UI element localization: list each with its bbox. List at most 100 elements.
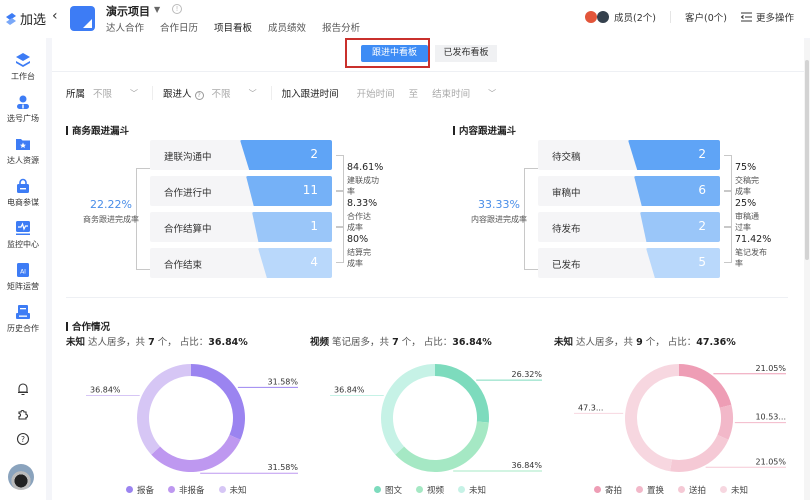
section-divider xyxy=(66,297,788,298)
user-avatar[interactable] xyxy=(8,464,34,490)
donut-slice[interactable] xyxy=(151,434,241,472)
end-date-input[interactable]: 结束时间 xyxy=(432,86,470,100)
logo-icon xyxy=(6,12,16,25)
project-header: ‹ 演示项目 ▼ ! 达人合作 合作日历 项目看板 成员绩效 报告分析 成员(2… xyxy=(46,0,810,40)
shopping-bag-icon xyxy=(17,178,29,193)
legend-label: 视频 xyxy=(427,486,445,496)
chart-legend: 寄拍 置换 送拍 未知 xyxy=(594,484,748,496)
content-funnel-title: 内容跟进漏斗 xyxy=(453,123,516,137)
sidebar-item-ecommerce[interactable]: 电商参谋 xyxy=(0,178,46,208)
business-funnel-title: 商务跟进漏斗 xyxy=(66,123,129,137)
range-separator: 至 xyxy=(408,89,419,100)
conversion-rate: 71.42% 笔记发布率 xyxy=(735,234,772,268)
legend-dot xyxy=(218,486,226,493)
sidebar-label: 电商参谋 xyxy=(7,198,39,207)
project-title[interactable]: 演示项目 xyxy=(106,3,150,19)
members-button[interactable]: 成员(2个) xyxy=(585,10,656,24)
divider xyxy=(670,11,672,23)
app-logo[interactable]: 加选 xyxy=(4,9,46,28)
legend-item[interactable]: 送拍 xyxy=(678,484,706,496)
menu-collapse-icon xyxy=(740,12,752,22)
cooperation-title: 合作情况 xyxy=(66,319,110,333)
tab-cooperation-calendar[interactable]: 合作日历 xyxy=(160,20,198,40)
legend-item[interactable]: 未知 xyxy=(218,484,247,496)
legend-dot xyxy=(678,486,686,493)
sidebar-item-matrix-ops[interactable]: AI 矩阵运营 xyxy=(0,262,46,292)
puzzle-icon xyxy=(18,410,28,420)
tab-report-analysis[interactable]: 报告分析 xyxy=(322,20,360,40)
sidebar-item-workspace[interactable]: 工作台 xyxy=(0,52,46,82)
project-tabs: 达人合作 合作日历 项目看板 成员绩效 报告分析 xyxy=(106,20,360,40)
member-avatar xyxy=(597,11,610,23)
tab-influencer-cooperation[interactable]: 达人合作 xyxy=(106,20,144,40)
more-actions-button[interactable]: 更多操作 xyxy=(740,10,794,24)
back-button[interactable]: ‹ xyxy=(52,8,58,24)
info-icon[interactable]: ! xyxy=(172,4,182,14)
sidebar-item-monitor[interactable]: 监控中心 xyxy=(0,220,46,250)
donut-slice[interactable] xyxy=(679,364,732,408)
follower-filter[interactable]: 跟进人? 不限 ﹀ xyxy=(163,86,257,100)
chevron-down-icon: ﹀ xyxy=(248,88,257,98)
funnel-total-pct: 22.22% xyxy=(90,198,132,211)
help-icon[interactable]: ? xyxy=(194,91,204,100)
start-date-input[interactable]: 开始时间 xyxy=(357,86,395,100)
filter-label: 跟进人? xyxy=(163,86,204,100)
slice-label: 36.84% xyxy=(90,386,121,395)
workspace-icon xyxy=(16,53,30,67)
legend-item[interactable]: 未知 xyxy=(720,484,748,496)
legend-label: 非报备 xyxy=(179,486,205,496)
member-avatar xyxy=(585,11,598,23)
legend-item[interactable]: 置换 xyxy=(636,484,664,496)
legend-item[interactable]: 寄拍 xyxy=(594,484,622,496)
cooperation-chart-method: 未知 达人居多，共 9 个， 占比：47.36% 21.05% 10.53... 2… xyxy=(554,334,794,500)
funnel-total-label: 内容跟进完成率 xyxy=(471,215,527,224)
owner-filter[interactable]: 所属 不限 ﹀ xyxy=(66,86,139,101)
caret-down-icon[interactable]: ▼ xyxy=(154,5,160,14)
legend-label: 寄拍 xyxy=(605,486,623,496)
rate-bracket xyxy=(336,227,344,263)
legend-dot xyxy=(720,486,728,493)
slice-label: 10.53... xyxy=(755,413,786,422)
tab-member-performance[interactable]: 成员绩效 xyxy=(268,20,306,40)
donut-slice[interactable] xyxy=(717,404,733,440)
tab-project-board[interactable]: 项目看板 xyxy=(214,20,253,40)
notifications-button[interactable] xyxy=(0,382,46,399)
sidebar-item-history[interactable]: 历史合作 xyxy=(0,304,46,334)
funnel-stage: 审稿中 6 xyxy=(538,176,720,206)
logo-text: 加选 xyxy=(20,13,47,28)
legend-item[interactable]: 非报备 xyxy=(168,484,205,496)
sidebar-item-select-accounts[interactable]: 选号广场 xyxy=(0,94,46,124)
help-button[interactable]: ? xyxy=(0,432,46,449)
customers-button[interactable]: 客户(0个) xyxy=(685,10,727,24)
plugins-button[interactable] xyxy=(0,407,46,424)
donut-slice[interactable] xyxy=(670,434,729,472)
donut-slice[interactable] xyxy=(395,421,489,472)
legend-item[interactable]: 视频 xyxy=(416,484,444,496)
donut-slice[interactable] xyxy=(191,364,245,440)
board-switch: 跟进中看板 已发布看板 xyxy=(52,38,804,72)
donut-slice[interactable] xyxy=(381,364,435,455)
following-board-button[interactable]: 跟进中看板 xyxy=(361,45,428,62)
scroll-thumb[interactable] xyxy=(805,60,809,260)
donut-slice[interactable] xyxy=(137,364,191,455)
legend-item[interactable]: 图文 xyxy=(374,484,402,496)
legend-item[interactable]: 报备 xyxy=(126,484,154,496)
chevron-down-icon: ﹀ xyxy=(130,88,139,98)
conversion-rate: 75% 交稿完成率 xyxy=(735,162,759,196)
slice-label: 36.84% xyxy=(511,461,542,470)
filter-value: 不限 xyxy=(93,89,113,100)
donut-slice[interactable] xyxy=(435,364,489,423)
legend-label: 图文 xyxy=(385,486,403,496)
sidebar-label: 选号广场 xyxy=(7,114,39,123)
svg-text:AI: AI xyxy=(20,269,26,276)
funnel-total-label: 商务跟进完成率 xyxy=(83,215,139,224)
legend-item[interactable]: 未知 xyxy=(458,484,486,496)
date-range-filter[interactable]: 加入跟进时间 开始时间 至 结束时间 ﹀ xyxy=(282,86,497,101)
monitor-icon xyxy=(16,221,30,235)
sidebar-item-influencer-resources[interactable]: 达人资源 xyxy=(0,136,46,166)
scrollbar[interactable] xyxy=(804,40,810,500)
funnel-stage: 合作进行中 11 xyxy=(150,176,332,206)
chart-summary: 视频 笔记居多，共 7 个， 占比：36.84% xyxy=(310,337,492,348)
donut-slice[interactable] xyxy=(625,364,679,472)
published-board-button[interactable]: 已发布看板 xyxy=(435,45,497,62)
